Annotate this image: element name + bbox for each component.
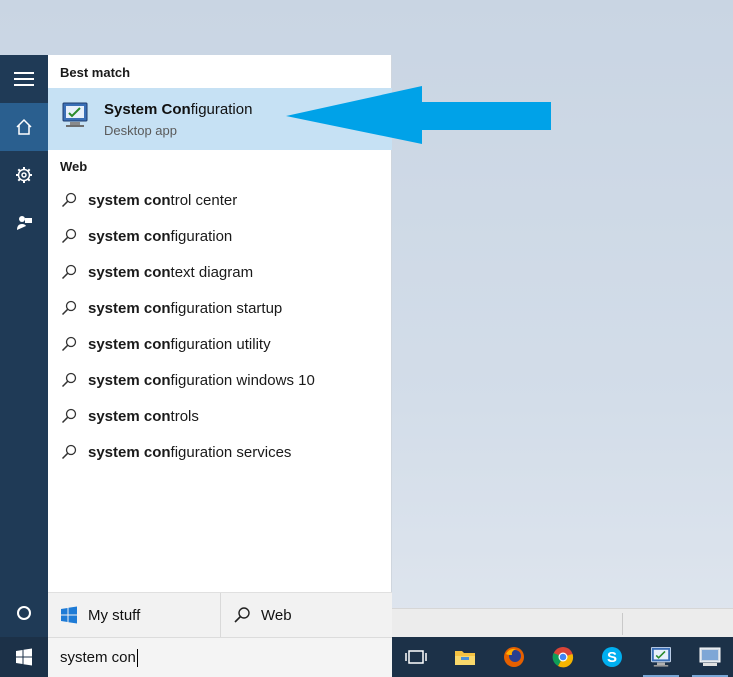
- system-configuration-taskbar-button[interactable]: [637, 637, 685, 677]
- svg-text:S: S: [607, 649, 617, 666]
- file-explorer-button[interactable]: [441, 637, 489, 677]
- firefox-button[interactable]: [490, 637, 538, 677]
- pointer-arrow-annotation: [286, 86, 551, 144]
- home-button[interactable]: [0, 103, 48, 151]
- suggestion-bold: system con: [88, 299, 171, 317]
- web-suggestion[interactable]: system con figuration services: [48, 434, 392, 470]
- start-button[interactable]: [0, 637, 48, 677]
- search-icon: [61, 372, 77, 388]
- web-suggestion[interactable]: system con figuration windows 10: [48, 362, 392, 398]
- web-suggestion[interactable]: system con trol center: [48, 182, 392, 218]
- cortana-button[interactable]: [0, 589, 48, 637]
- cortana-icon: [17, 606, 31, 620]
- remote-desktop-icon: [699, 647, 721, 666]
- web-suggestion[interactable]: system con text diagram: [48, 254, 392, 290]
- my-stuff-label: My stuff: [88, 607, 141, 624]
- hamburger-icon: [14, 72, 34, 86]
- file-explorer-icon: [455, 651, 475, 665]
- remote-desktop-button[interactable]: [686, 637, 733, 677]
- suggestion-rest: figuration windows 10: [170, 371, 315, 389]
- search-icon: [61, 408, 77, 424]
- suggestion-rest: trol center: [170, 191, 238, 209]
- windows-start-icon: [16, 648, 32, 666]
- chrome-button[interactable]: [539, 637, 587, 677]
- search-scope-bar: My stuff Web: [48, 592, 392, 638]
- suggestion-rest: figuration: [170, 227, 233, 245]
- search-query-text: system con: [60, 649, 136, 666]
- suggestion-rest: text diagram: [170, 263, 254, 281]
- my-stuff-button[interactable]: My stuff: [48, 593, 220, 638]
- system-configuration-icon: [651, 647, 671, 667]
- suggestion-bold: system con: [88, 335, 171, 353]
- suggestion-bold: system con: [88, 191, 171, 209]
- windows-logo-icon: [61, 606, 77, 624]
- task-view-button[interactable]: [392, 637, 440, 677]
- web-suggestions-list: system con trol center system con figurati…: [48, 182, 392, 470]
- suggestion-bold: system con: [88, 227, 171, 245]
- suggestion-rest: trols: [170, 407, 199, 425]
- web-scope-button[interactable]: Web: [220, 593, 392, 638]
- search-icon: [61, 300, 77, 316]
- skype-icon: S: [602, 647, 622, 667]
- chrome-icon: [552, 647, 574, 668]
- best-match-subtitle: Desktop app: [104, 123, 177, 138]
- suggestion-rest: figuration utility: [170, 335, 271, 353]
- home-icon: [16, 118, 32, 135]
- web-suggestion[interactable]: system con figuration: [48, 218, 392, 254]
- best-match-heading: Best match: [60, 65, 131, 80]
- taskbar: system con S: [0, 637, 733, 677]
- settings-button[interactable]: [0, 151, 48, 199]
- firefox-icon: [504, 647, 524, 667]
- suggestion-bold: system con: [88, 407, 171, 425]
- search-icon: [61, 192, 77, 208]
- suggestion-rest: figuration startup: [170, 299, 283, 317]
- search-icon: [61, 228, 77, 244]
- suggestion-bold: system con: [88, 263, 171, 281]
- suggestion-rest: figuration services: [170, 443, 292, 461]
- start-rail: [0, 55, 48, 637]
- suggestion-bold: system con: [88, 443, 171, 461]
- feedback-button[interactable]: [0, 199, 48, 247]
- hamburger-button[interactable]: [0, 55, 48, 103]
- web-heading: Web: [60, 159, 88, 174]
- task-view-icon: [405, 650, 427, 664]
- suggestion-bold: system con: [88, 371, 171, 389]
- settings-icon: [16, 167, 32, 183]
- title-rest: figuration: [190, 101, 253, 118]
- skype-button[interactable]: S: [588, 637, 636, 677]
- strip-divider: [622, 613, 623, 635]
- best-match-title: System Configuration: [104, 101, 252, 118]
- search-icon: [234, 607, 250, 623]
- taskbar-search-input[interactable]: system con: [48, 637, 392, 677]
- title-bold: System Con: [104, 101, 191, 118]
- text-caret: [136, 648, 138, 667]
- search-icon: [61, 444, 77, 460]
- search-icon: [61, 336, 77, 352]
- system-configuration-icon: [62, 102, 88, 127]
- search-icon: [61, 264, 77, 280]
- web-suggestion[interactable]: system con figuration startup: [48, 290, 392, 326]
- web-scope-label: Web: [261, 607, 292, 624]
- web-suggestion[interactable]: system con trols: [48, 398, 392, 434]
- web-suggestion[interactable]: system con figuration utility: [48, 326, 392, 362]
- background-window-strip: [392, 608, 733, 638]
- feedback-icon: [17, 216, 32, 230]
